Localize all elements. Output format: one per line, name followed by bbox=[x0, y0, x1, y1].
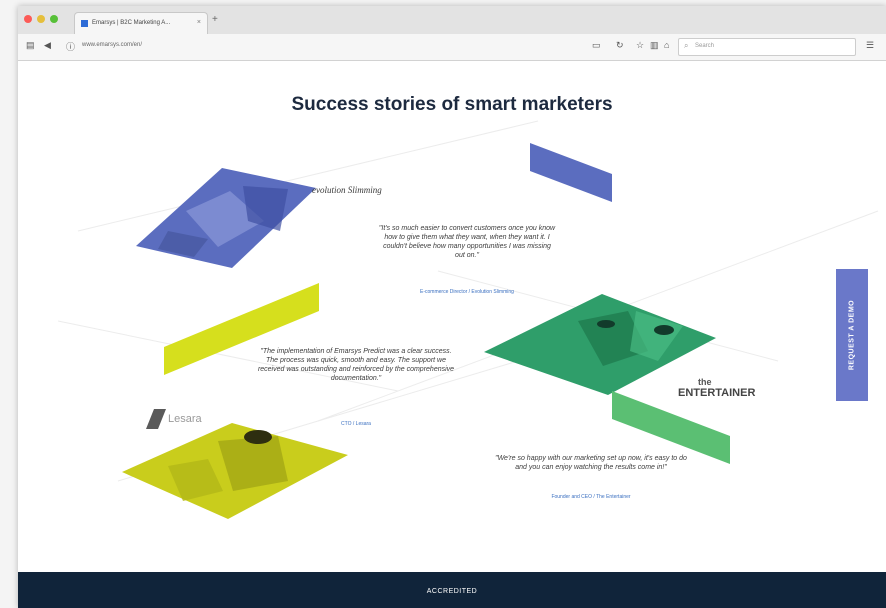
site-info-icon[interactable]: ⓘ bbox=[66, 40, 75, 53]
story-artwork bbox=[57, 120, 879, 519]
maximize-window-dot[interactable] bbox=[50, 15, 58, 23]
tab-bar: Emarsys | B2C Marketing A... × + bbox=[18, 6, 886, 35]
story-quote: "We're so happy with our marketing set u… bbox=[495, 455, 687, 471]
navigation-bar: ▤ ◀ ⓘ www.emarsys.com/en/ ▭ ↻ ☆ ▥ ⌂ ⌕ Se… bbox=[18, 34, 886, 61]
entertainer-logo-word: ENTERTAINER bbox=[678, 387, 756, 399]
accredited-footer: ACCREDITED bbox=[18, 572, 886, 608]
evolution-slimming-logo: evolution Slimming bbox=[312, 185, 382, 195]
reload-icon[interactable]: ↻ bbox=[616, 40, 624, 51]
lesara-mark-icon bbox=[146, 409, 166, 429]
story-attribution[interactable]: Founder and CEO / The Entertainer bbox=[494, 494, 688, 500]
lesara-wordmark: Lesara bbox=[168, 413, 202, 425]
close-window-dot[interactable] bbox=[24, 15, 32, 23]
story-quote: "It's so much easier to convert customer… bbox=[378, 225, 556, 259]
reader-view-icon[interactable]: ▭ bbox=[592, 40, 601, 51]
lesara-logo: Lesara bbox=[146, 409, 216, 431]
entertainer-logo-top: the bbox=[698, 377, 712, 387]
address-bar[interactable]: www.emarsys.com/en/ bbox=[82, 42, 142, 48]
footer-label: ACCREDITED bbox=[426, 588, 478, 595]
evolution-photo bbox=[136, 168, 316, 268]
search-icon: ⌕ bbox=[684, 41, 689, 50]
page-content: Success stories of smart marketers evolu… bbox=[18, 61, 886, 608]
new-tab-icon[interactable]: + bbox=[212, 14, 218, 25]
story-quote: "The implementation of Emarsys Predict w… bbox=[257, 348, 455, 382]
story-attribution[interactable]: E-commerce Director / Evolution Slimming bbox=[378, 289, 556, 295]
browser-tab[interactable]: Emarsys | B2C Marketing A... × bbox=[74, 12, 208, 35]
back-arrow-icon[interactable]: ◀ bbox=[44, 40, 51, 51]
menu-icon[interactable]: ☰ bbox=[866, 40, 874, 51]
lesara-photo bbox=[122, 423, 348, 519]
sidebar-icon[interactable]: ▤ bbox=[26, 40, 35, 51]
home-icon[interactable]: ⌂ bbox=[664, 40, 669, 50]
library-icon[interactable]: ▥ bbox=[650, 40, 659, 51]
the-entertainer-logo: the ENTERTAINER bbox=[678, 377, 778, 400]
tab-title: Emarsys | B2C Marketing A... bbox=[92, 20, 171, 26]
site-favicon-icon bbox=[81, 20, 88, 27]
minimize-window-dot[interactable] bbox=[37, 15, 45, 23]
search-placeholder: Search bbox=[695, 43, 715, 49]
request-demo-label: REQUEST A DEMO bbox=[848, 299, 856, 371]
tab-close-icon[interactable]: × bbox=[197, 19, 201, 26]
story-attribution[interactable]: CTO / Lesara bbox=[254, 421, 458, 427]
request-demo-button[interactable]: REQUEST A DEMO bbox=[836, 269, 868, 401]
browser-window: Emarsys | B2C Marketing A... × + ▤ ◀ ⓘ w… bbox=[18, 6, 886, 608]
bookmark-star-icon[interactable]: ☆ bbox=[636, 40, 644, 51]
search-input[interactable]: ⌕ Search bbox=[678, 38, 856, 56]
blue-stripe bbox=[530, 143, 612, 202]
